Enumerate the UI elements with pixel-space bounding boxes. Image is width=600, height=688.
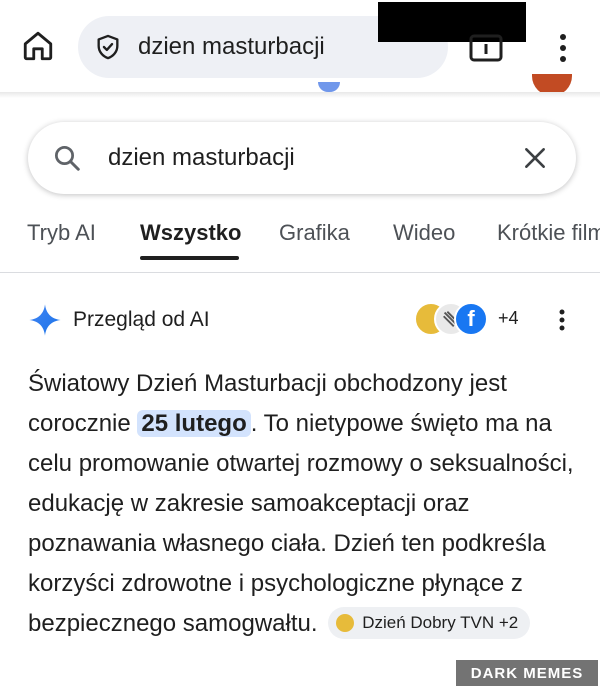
- tab-switcher-icon: [469, 34, 503, 62]
- tab-switcher-button[interactable]: [469, 34, 503, 62]
- ai-overview-text: Światowy Dzień Masturbacji obchodzony je…: [28, 364, 584, 644]
- date-highlight[interactable]: 25 lutego: [137, 410, 251, 437]
- tab-videos[interactable]: Wideo: [393, 220, 455, 246]
- more-vert-icon: [560, 34, 566, 62]
- tab-all[interactable]: Wszystko: [140, 220, 241, 246]
- close-icon[interactable]: [518, 141, 552, 175]
- home-icon: [23, 31, 53, 61]
- search-tabs: Tryb AI Wszystko Grafika Wideo Krótkie f…: [0, 214, 600, 272]
- dzien-dobry-tvn-logo: [336, 613, 355, 632]
- more-sources-count[interactable]: +4: [498, 308, 519, 329]
- shield-check-icon[interactable]: [92, 31, 124, 63]
- ai-overview-header: Przegląd od AI f +4: [28, 300, 588, 340]
- divider: [0, 272, 600, 273]
- more-vert-icon: [559, 309, 565, 331]
- facebook-icon[interactable]: f: [454, 302, 488, 336]
- toolbar-shadow: [0, 92, 600, 98]
- tab-images[interactable]: Grafika: [279, 220, 350, 246]
- search-box[interactable]: dzien masturbacji: [28, 122, 576, 194]
- citation-label: Dzień Dobry TVN +2: [362, 612, 519, 632]
- tab-ai-mode[interactable]: Tryb AI: [27, 220, 96, 246]
- citation-chip[interactable]: Dzień Dobry TVN +2: [328, 606, 531, 639]
- search-input[interactable]: dzien masturbacji: [108, 144, 518, 172]
- browser-toolbar: dzien masturbacji: [0, 0, 600, 96]
- partial-avatar: [318, 82, 340, 92]
- ai-overview-menu-button[interactable]: [552, 302, 572, 338]
- url-text: dzien masturbacji: [138, 33, 325, 60]
- active-tab-indicator: [140, 256, 239, 260]
- redaction-block: [378, 2, 526, 42]
- source-avatars[interactable]: f +4: [414, 302, 524, 338]
- ai-sparkle-icon: [29, 304, 61, 336]
- ai-overview-title: Przegląd od AI: [73, 308, 210, 331]
- watermark: DARK MEMES: [456, 660, 598, 686]
- tab-short-videos[interactable]: Krótkie filmy: [497, 220, 600, 246]
- home-button[interactable]: [18, 26, 58, 66]
- search-icon[interactable]: [50, 141, 84, 175]
- browser-menu-button[interactable]: [548, 28, 578, 68]
